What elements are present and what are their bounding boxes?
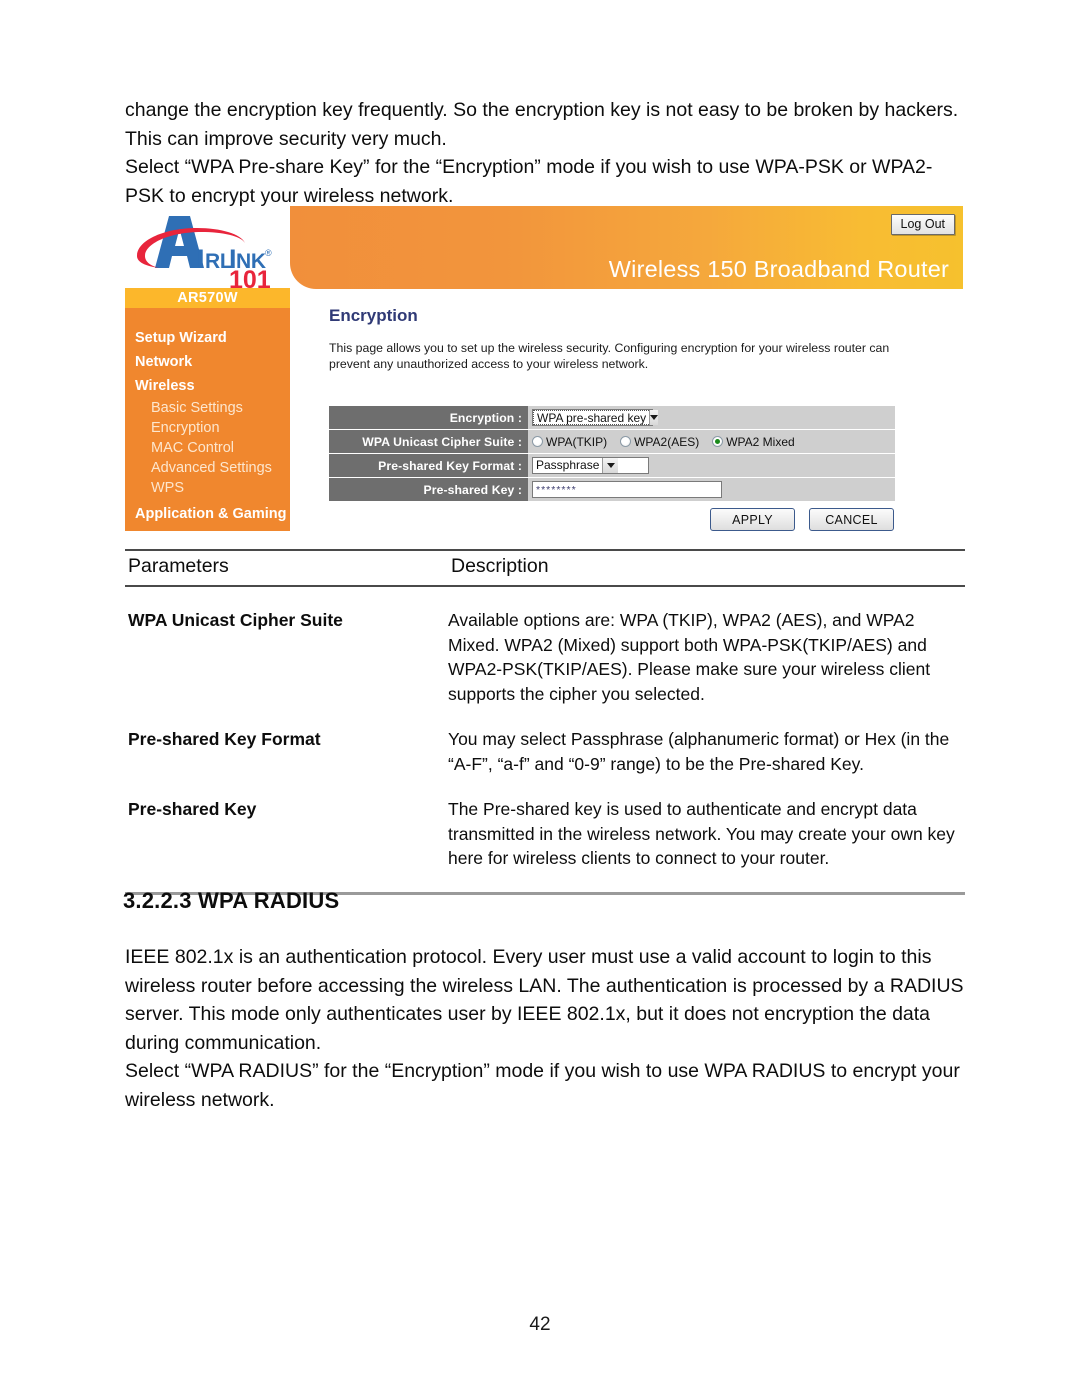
sidebar-item-basic-settings[interactable]: Basic Settings [125, 398, 290, 418]
intro-text-block: change the encryption key frequently. So… [125, 96, 970, 210]
svg-text:I: I [197, 244, 204, 274]
encryption-label: Encryption : [329, 406, 528, 429]
router-admin-ui-screenshot: I RL I NK ® 101 Log Out Wireless 150 Bro… [125, 206, 963, 531]
sidebar-item-setup-wizard[interactable]: Setup Wizard [125, 326, 290, 350]
sidebar-item-wps[interactable]: WPS [125, 478, 290, 498]
parameters-table: Parameters Description WPA Unicast Ciphe… [125, 549, 965, 895]
cancel-button[interactable]: CANCEL [809, 508, 894, 531]
radio-wpa2-aes-label: WPA2(AES) [634, 434, 700, 449]
ui-sidebar: AR570W Setup Wizard Network Wireless Bas… [125, 288, 290, 531]
sidebar-item-wireless[interactable]: Wireless [125, 374, 290, 398]
radio-icon [620, 436, 632, 447]
sidebar-item-network[interactable]: Network [125, 350, 290, 374]
ui-content-panel: Encryption This page allows you to set u… [321, 306, 963, 388]
encryption-settings-form: Encryption : WPA pre-shared key WPA Unic… [329, 406, 895, 531]
sidebar-item-advanced-settings[interactable]: Advanced Settings [125, 458, 290, 478]
pre-shared-key-row: Pre-shared Key : [329, 478, 895, 501]
cipher-suite-value-cell: WPA(TKIP) WPA2(AES) WPA2 Mixed [528, 430, 895, 453]
key-format-value-cell: Passphrase [528, 454, 895, 477]
encryption-value-cell: WPA pre-shared key [528, 406, 895, 429]
encryption-row: Encryption : WPA pre-shared key [329, 406, 895, 429]
key-format-label: Pre-shared Key Format : [329, 454, 528, 477]
param-description: You may select Passphrase (alphanumeric … [448, 729, 950, 774]
intro-paragraph-1: change the encryption key frequently. So… [125, 99, 959, 150]
airlink-logo-svg: I RL I NK ® 101 [137, 216, 272, 290]
encryption-select[interactable]: WPA pre-shared key [532, 409, 659, 426]
table-row: Pre-shared Key Format You may select Pas… [125, 727, 965, 776]
apply-button[interactable]: APPLY [710, 508, 795, 531]
page-title: Encryption [329, 306, 418, 325]
cipher-suite-radio-group: WPA(TKIP) WPA2(AES) WPA2 Mixed [532, 435, 808, 449]
svg-text:101: 101 [229, 266, 271, 290]
radio-wpa-tkip-label: WPA(TKIP) [546, 434, 608, 449]
table-body: WPA Unicast Cipher Suite Available optio… [125, 587, 965, 871]
radio-wpa-tkip[interactable]: WPA(TKIP) [532, 435, 607, 449]
key-format-row: Pre-shared Key Format : Passphrase [329, 454, 895, 477]
ui-header-bar: Log Out Wireless 150 Broadband Router [290, 206, 963, 289]
svg-text:®: ® [265, 248, 272, 258]
table-row: Pre-shared Key The Pre-shared key is use… [125, 797, 965, 871]
cipher-suite-label: WPA Unicast Cipher Suite : [329, 430, 528, 453]
section-heading: 3.2.2.3 WPA RADIUS [123, 888, 340, 913]
param-name: WPA Unicast Cipher Suite [128, 610, 343, 630]
cipher-suite-row: WPA Unicast Cipher Suite : WPA(TKIP) WPA… [329, 430, 895, 453]
radio-wpa2-mixed[interactable]: WPA2 Mixed [712, 434, 795, 449]
param-name: Pre-shared Key Format [128, 729, 321, 749]
table-header-description: Description [451, 555, 549, 577]
radio-selected-icon [712, 436, 724, 447]
table-header-row: Parameters Description [125, 551, 965, 584]
section-paragraph-2: Select “WPA RADIUS” for the “Encryption”… [125, 1060, 960, 1111]
page-number: 42 [529, 1314, 551, 1335]
radio-icon [532, 436, 543, 447]
sidebar-nav: Setup Wizard Network Wireless Basic Sett… [125, 308, 290, 526]
key-format-select[interactable]: Passphrase [532, 457, 649, 474]
pre-shared-key-label: Pre-shared Key : [329, 478, 528, 501]
sidebar-item-application-gaming[interactable]: Application & Gaming [125, 502, 290, 526]
chevron-down-icon [602, 458, 619, 473]
airlink-logo: I RL I NK ® 101 [125, 210, 290, 290]
param-description: The Pre-shared key is used to authentica… [448, 799, 955, 868]
pre-shared-key-input[interactable] [532, 481, 722, 498]
ui-product-title: Wireless 150 Broadband Router [608, 256, 949, 282]
table-header-parameters: Parameters [128, 555, 229, 577]
chevron-down-icon [649, 410, 659, 425]
section-body-text: IEEE 802.1x is an authentication protoco… [125, 943, 973, 1114]
sidebar-item-mac-control[interactable]: MAC Control [125, 438, 290, 458]
sidebar-item-encryption[interactable]: Encryption [125, 418, 290, 438]
table-row: WPA Unicast Cipher Suite Available optio… [125, 608, 965, 706]
document-page: change the encryption key frequently. So… [0, 0, 1080, 1397]
param-description: Available options are: WPA (TKIP), WPA2 … [448, 610, 931, 704]
param-name: Pre-shared Key [128, 799, 257, 819]
sidebar-model-label: AR570W [125, 288, 290, 308]
key-format-select-value: Passphrase [536, 458, 600, 472]
pre-shared-key-value-cell [528, 478, 895, 501]
page-description: This page allows you to set up the wirel… [329, 341, 890, 371]
radio-wpa2-aes[interactable]: WPA2(AES) [620, 435, 699, 449]
intro-paragraph-2: Select “WPA Pre-share Key” for the “Encr… [125, 156, 933, 207]
logout-button[interactable]: Log Out [890, 214, 955, 235]
encryption-select-value: WPA pre-shared key [533, 410, 650, 425]
form-button-row: APPLY CANCEL [329, 508, 895, 531]
section-paragraph-1: IEEE 802.1x is an authentication protoco… [125, 946, 964, 1054]
radio-wpa2-mixed-label: WPA2 Mixed [726, 434, 795, 449]
